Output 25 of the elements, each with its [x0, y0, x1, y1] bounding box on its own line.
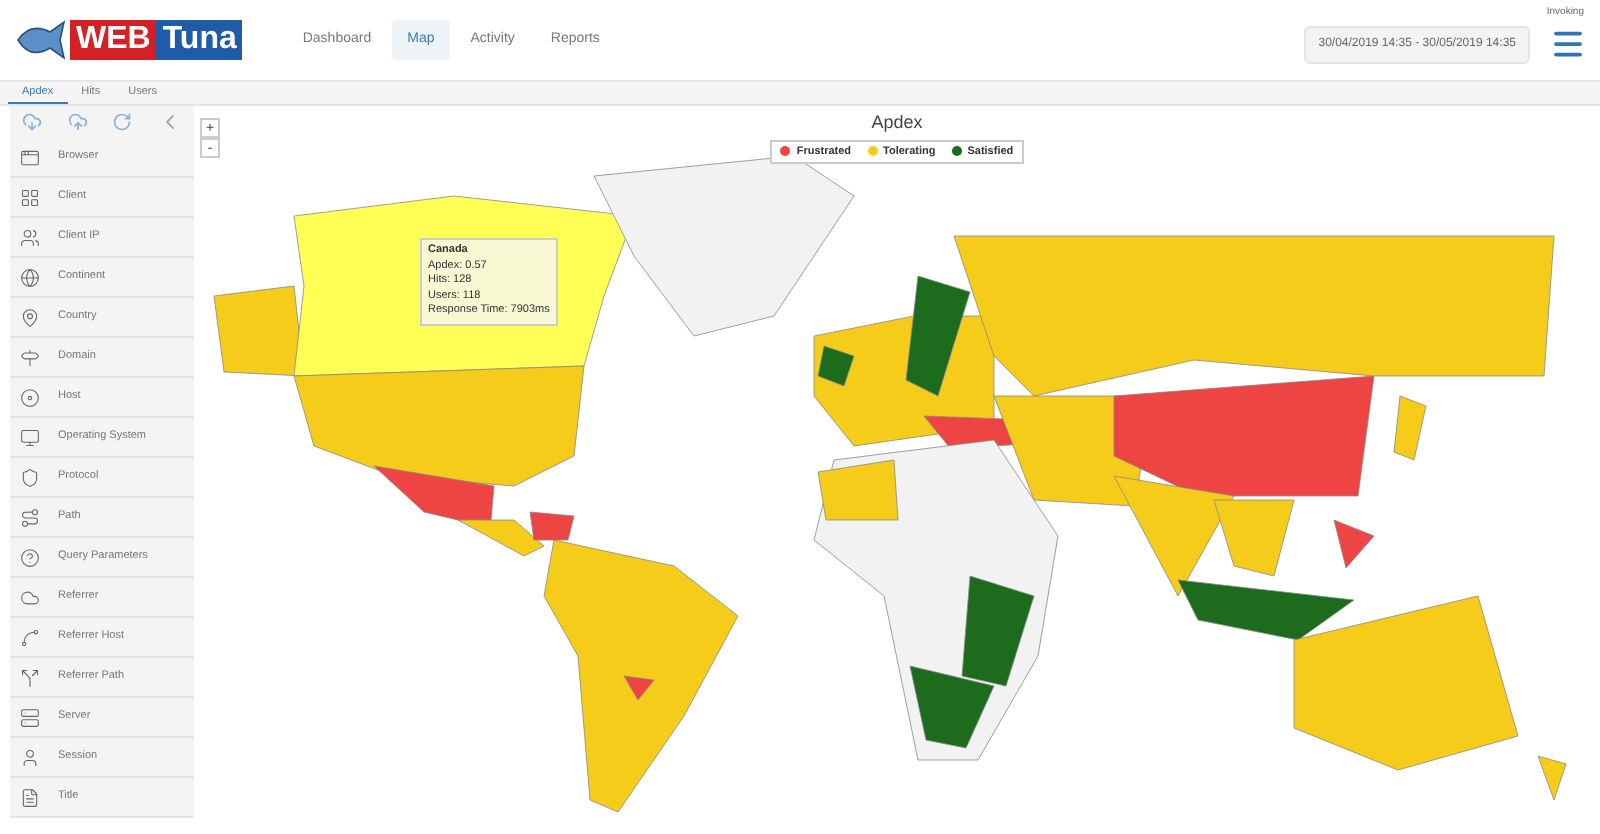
dimension-icon — [20, 747, 40, 767]
dimension-icon — [20, 187, 40, 207]
dimension-icon — [20, 307, 40, 327]
dimension-icon — [20, 147, 40, 167]
dimension-icon — [20, 667, 40, 687]
dimension-icon — [20, 787, 40, 807]
dimension-icon — [20, 227, 40, 247]
refresh-icon[interactable] — [112, 112, 133, 132]
map-title: Apdex — [871, 110, 923, 136]
dimension-icon — [20, 707, 40, 727]
dimension-icon — [20, 387, 40, 407]
dimension-icon — [20, 627, 40, 647]
dimension-icon — [20, 467, 40, 487]
dimension-icon — [20, 507, 40, 527]
download-icon[interactable] — [22, 112, 43, 132]
fish-icon — [14, 16, 66, 64]
menu-icon[interactable] — [1550, 26, 1586, 62]
logo-text: WEB Tuna — [70, 20, 243, 60]
dimension-icon — [20, 347, 40, 367]
dimension-icon — [20, 587, 40, 607]
dimension-icon — [20, 267, 40, 287]
dimension-icon — [20, 547, 40, 567]
logo[interactable]: WEB Tuna — [14, 16, 243, 64]
dimension-icon — [20, 427, 40, 447]
upload-icon[interactable] — [67, 112, 88, 132]
